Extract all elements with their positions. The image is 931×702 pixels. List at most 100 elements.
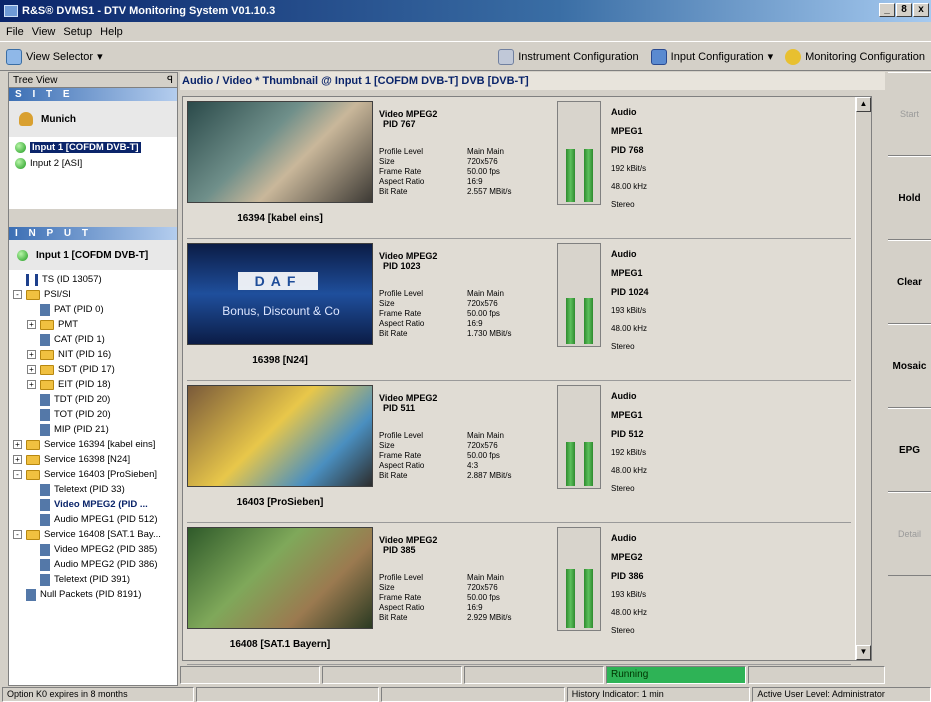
detail-button[interactable]: Detail xyxy=(888,492,931,576)
chevron-down-icon[interactable]: ▾ xyxy=(768,50,774,63)
collapse-icon[interactable]: - xyxy=(13,530,22,539)
tree-node[interactable]: + EIT (PID 18) xyxy=(13,377,177,392)
window-title: R&S® DVMS1 - DTV Monitoring System V01.1… xyxy=(22,5,276,17)
video-thumbnail[interactable]: DAF Bonus, Discount & Co xyxy=(187,243,373,345)
tree-node[interactable]: TDT (PID 20) xyxy=(13,392,177,407)
close-button[interactable]: x xyxy=(913,3,929,17)
menu-file[interactable]: File xyxy=(6,26,24,38)
service-entry[interactable]: 16403 [ProSieben] Video MPEG2 PID 511 Profi… xyxy=(187,383,851,523)
video-thumbnail[interactable] xyxy=(187,101,373,203)
tree-node-label: Service 16403 [ProSieben] xyxy=(44,469,158,480)
user-site-icon xyxy=(19,112,33,126)
tree-node[interactable]: + Service 16398 [N24] xyxy=(13,452,177,467)
tree-node[interactable]: - PSI/SI xyxy=(13,287,177,302)
input-item-1[interactable]: Input 1 [COFDM DVB-T] xyxy=(15,139,177,155)
param-label: Bit Rate xyxy=(379,187,408,196)
minimize-button[interactable]: _ xyxy=(879,3,895,17)
scroll-down-button[interactable]: ▼ xyxy=(856,645,871,660)
expand-icon[interactable]: + xyxy=(13,440,22,449)
folder-icon xyxy=(40,319,54,330)
tree-node[interactable]: Video MPEG2 (PID 385) xyxy=(13,542,177,557)
site-item[interactable]: Munich xyxy=(9,101,177,137)
status-ok-icon xyxy=(15,157,26,169)
input-item-2[interactable]: Input 2 [ASI] xyxy=(15,155,177,171)
instrument-icon xyxy=(498,48,515,65)
expand-icon[interactable]: + xyxy=(13,455,22,464)
param-label: Bit Rate xyxy=(379,329,408,338)
tree-node[interactable]: Teletext (PID 391) xyxy=(13,572,177,587)
menu-view[interactable]: View xyxy=(32,26,56,38)
audio-value: 48.00 kHz xyxy=(611,324,648,333)
folder-icon xyxy=(26,469,40,480)
document-icon xyxy=(40,303,50,316)
param-label: Profile Level xyxy=(379,573,424,582)
tree-node[interactable]: TS (ID 13057) xyxy=(13,272,177,287)
audio-value: Stereo xyxy=(611,200,635,209)
scroll-up-button[interactable]: ▲ xyxy=(856,97,871,112)
audio-pid: PID 768 xyxy=(611,145,644,155)
video-thumbnail[interactable] xyxy=(187,527,373,629)
active-input-item[interactable]: Input 1 [COFDM DVB-T] xyxy=(9,240,177,270)
audio-pid: PID 512 xyxy=(611,429,644,439)
tree-node[interactable]: Teletext (PID 33) xyxy=(13,482,177,497)
collapse-icon[interactable]: - xyxy=(13,470,22,479)
tree-node[interactable]: Video MPEG2 (PID ... xyxy=(13,497,177,512)
input-config-button[interactable]: Input Configuration ▾ xyxy=(645,46,779,68)
divider xyxy=(9,209,177,227)
param-label: Frame Rate xyxy=(379,593,422,602)
audio-info: Audio MPEG1 PID 768 192 kBit/s 48.00 kHz Ster… xyxy=(611,103,647,214)
window-titlebar: R&S® DVMS1 - DTV Monitoring System V01.1… xyxy=(0,0,931,22)
tree-node[interactable]: CAT (PID 1) xyxy=(13,332,177,347)
tree-node-list: TS (ID 13057) - PSI/SI PAT (PID 0) + PMT CAT (… xyxy=(9,270,177,602)
restore-button[interactable]: 8 xyxy=(896,3,912,17)
audio-value: Stereo xyxy=(611,626,635,635)
mosaic-button[interactable]: Mosaic xyxy=(888,324,931,408)
audio-codec: MPEG1 xyxy=(611,126,643,136)
tree-node[interactable]: PAT (PID 0) xyxy=(13,302,177,317)
expand-icon[interactable]: + xyxy=(27,320,36,329)
epg-button[interactable]: EPG xyxy=(888,408,931,492)
level-bar-right xyxy=(584,148,593,202)
vertical-scrollbar[interactable]: ▲ ▼ xyxy=(855,97,871,660)
tree-node[interactable]: Audio MPEG2 (PID 386) xyxy=(13,557,177,572)
instrument-config-button[interactable]: Instrument Configuration xyxy=(492,46,644,68)
expand-icon[interactable]: + xyxy=(27,350,36,359)
hold-button[interactable]: Hold xyxy=(888,156,931,240)
menu-setup[interactable]: Setup xyxy=(63,26,92,38)
tree-node[interactable]: - Service 16403 [ProSieben] xyxy=(13,467,177,482)
service-entry[interactable]: 16408 [SAT.1 Bayern] Video MPEG2 PID 385 Pr… xyxy=(187,525,851,665)
monitoring-config-button[interactable]: Monitoring Configuration xyxy=(779,46,931,68)
tree-node[interactable]: - Service 16408 [SAT.1 Bay... xyxy=(13,527,177,542)
video-param-labels: Profile Level Size Frame Rate Aspect Ratio B… xyxy=(379,573,424,623)
tree-node-label: Audio MPEG2 (PID 386) xyxy=(54,559,158,570)
param-value: 720x576 xyxy=(467,583,498,592)
collapse-icon[interactable]: - xyxy=(13,290,22,299)
tree-node-label: Video MPEG2 (PID ... xyxy=(54,499,148,510)
service-entry[interactable]: 16394 [kabel eins] Video MPEG2 PID 767 Prof… xyxy=(187,99,851,239)
tree-node[interactable]: Audio MPEG1 (PID 512) xyxy=(13,512,177,527)
clear-button[interactable]: Clear xyxy=(888,240,931,324)
expand-icon[interactable]: + xyxy=(27,380,36,389)
tree-node[interactable]: + NIT (PID 16) xyxy=(13,347,177,362)
video-param-values: Main Main 720x576 50.00 fps 4:3 2.887 MBit/s xyxy=(467,431,511,481)
transport-stream-icon xyxy=(26,273,38,286)
tree-node[interactable]: TOT (PID 20) xyxy=(13,407,177,422)
param-value: 50.00 fps xyxy=(467,167,500,176)
tree-node[interactable]: Null Packets (PID 8191) xyxy=(13,587,177,602)
service-entry[interactable]: DAF Bonus, Discount & Co 16398 [N24] Video … xyxy=(187,241,851,381)
start-button[interactable]: Start xyxy=(888,72,931,156)
tree-node[interactable]: + PMT xyxy=(13,317,177,332)
tree-node[interactable]: + Service 16394 [kabel eins] xyxy=(13,437,177,452)
audio-info: Audio MPEG1 PID 512 192 kBit/s 48.00 kHz Ster… xyxy=(611,387,647,498)
param-value: 720x576 xyxy=(467,299,498,308)
menu-help[interactable]: Help xyxy=(100,26,123,38)
video-thumbnail[interactable] xyxy=(187,385,373,487)
tree-node[interactable]: MIP (PID 21) xyxy=(13,422,177,437)
tree-node[interactable]: + SDT (PID 17) xyxy=(13,362,177,377)
pin-icon[interactable]: ꟼ xyxy=(167,75,173,86)
audio-value: 193 kBit/s xyxy=(611,590,647,599)
param-label: Size xyxy=(379,299,395,308)
param-value: 16:9 xyxy=(467,319,483,328)
expand-icon[interactable]: + xyxy=(27,365,36,374)
view-selector-button[interactable]: View Selector ▾ xyxy=(0,46,109,68)
